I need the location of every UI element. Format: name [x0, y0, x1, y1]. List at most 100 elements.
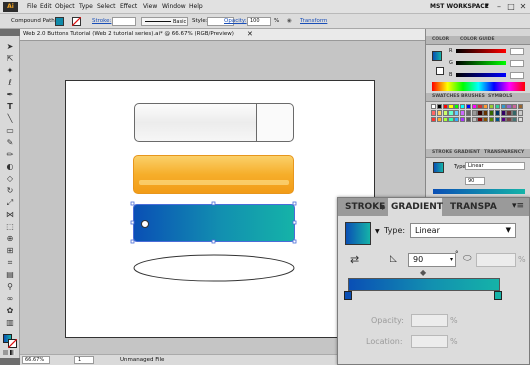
- swatch-chip[interactable]: [512, 110, 518, 116]
- tab-gradient[interactable]: GRADIENT: [388, 198, 443, 216]
- tab-gradient-mini[interactable]: GRADIENT: [454, 150, 480, 155]
- angle-stepper-icon[interactable]: ▾: [450, 254, 453, 266]
- swatch-chip[interactable]: [506, 116, 512, 122]
- swatch-chip[interactable]: [477, 116, 483, 122]
- panel-collapse-icon[interactable]: ◆: [380, 203, 385, 211]
- selection-tool-icon[interactable]: ➤: [3, 42, 17, 52]
- pencil-icon[interactable]: ✏: [3, 150, 17, 160]
- gradient-thumbnail[interactable]: [345, 222, 371, 245]
- button-shape-white[interactable]: [134, 103, 294, 142]
- swatch-chip[interactable]: [483, 116, 489, 122]
- swatch-chip[interactable]: [494, 116, 500, 122]
- swatch-chip[interactable]: [489, 104, 495, 110]
- slider-r-field[interactable]: [510, 48, 524, 55]
- swatch-chip[interactable]: [512, 104, 518, 110]
- gradient-mode-icon[interactable]: [10, 350, 15, 355]
- swatch-chip[interactable]: [436, 110, 442, 116]
- tab-transparency-mini[interactable]: TRANSPARENCY: [484, 150, 524, 155]
- swatch-chip[interactable]: [465, 116, 471, 122]
- magic-wand-icon[interactable]: ✦: [3, 66, 17, 76]
- color-mode-icon[interactable]: [3, 350, 8, 355]
- menu-select[interactable]: Select: [97, 3, 116, 10]
- fill-swatch[interactable]: [55, 17, 64, 26]
- chevron-down-icon[interactable]: ▼: [485, 3, 489, 9]
- stroke-link[interactable]: Stroke:: [92, 18, 111, 24]
- tab-symbols[interactable]: SYMBOLS: [488, 94, 512, 99]
- close-button[interactable]: ✕: [517, 1, 529, 12]
- swatch-chip[interactable]: [442, 104, 448, 110]
- gradient-stop-left[interactable]: [344, 291, 352, 300]
- swatch-chip[interactable]: [483, 104, 489, 110]
- maximize-button[interactable]: □: [505, 1, 517, 12]
- swatch-chip[interactable]: [460, 110, 466, 116]
- swatch-chip[interactable]: [500, 104, 506, 110]
- gradient-slider[interactable]: [348, 278, 500, 291]
- swatch-chip[interactable]: [518, 110, 524, 116]
- workspace-switcher[interactable]: MST WORKSPACE: [430, 3, 489, 10]
- mini-angle-field[interactable]: 90: [465, 177, 485, 185]
- type-select[interactable]: Linear ▼: [410, 223, 516, 238]
- eyedropper-icon[interactable]: ⚲: [3, 282, 17, 292]
- swatch-chip[interactable]: [454, 110, 460, 116]
- gradient-stop-right[interactable]: [494, 291, 502, 300]
- slider-g-field[interactable]: [510, 60, 524, 67]
- swatch-chip[interactable]: [431, 110, 437, 116]
- tab-transparency[interactable]: TRANSPA: [450, 198, 497, 216]
- swatch-chip[interactable]: [448, 116, 454, 122]
- mini-gradient-slider[interactable]: [433, 189, 525, 194]
- menu-type[interactable]: Type: [79, 3, 93, 10]
- swatch-chip[interactable]: [471, 110, 477, 116]
- button-cap-segment[interactable]: [256, 103, 294, 142]
- tab-stroke-mini[interactable]: STROKE: [432, 150, 452, 155]
- swatch-chip[interactable]: [465, 110, 471, 116]
- swatch-chip[interactable]: [506, 104, 512, 110]
- menu-window[interactable]: Window: [162, 3, 186, 10]
- swatch-chip[interactable]: [436, 104, 442, 110]
- swatch-chip[interactable]: [512, 116, 518, 122]
- swatch-chip[interactable]: [448, 110, 454, 116]
- swatch-chip[interactable]: [471, 116, 477, 122]
- swatch-chip[interactable]: [431, 116, 437, 122]
- mini-type-select[interactable]: Linear: [465, 162, 525, 170]
- stroke-color-box[interactable]: [8, 339, 17, 348]
- tab-color-guide[interactable]: COLOR GUIDE: [460, 37, 495, 42]
- opacity-field[interactable]: 100: [247, 17, 271, 26]
- recolor-artwork-icon[interactable]: ◉: [287, 18, 292, 24]
- slider-b-track[interactable]: [456, 73, 506, 77]
- swatch-chip[interactable]: [500, 116, 506, 122]
- symbol-sprayer-icon[interactable]: ✿: [3, 306, 17, 316]
- shape-builder-icon[interactable]: ⊕: [3, 234, 17, 244]
- lasso-icon[interactable]: ℓ: [3, 78, 17, 88]
- stroke-swatch[interactable]: [72, 17, 81, 26]
- zoom-field[interactable]: 66.67%: [22, 356, 50, 364]
- ellipse-shadow-shape[interactable]: [133, 253, 295, 283]
- paintbrush-icon[interactable]: ✎: [3, 138, 17, 148]
- color-panel-stroke[interactable]: [436, 67, 444, 75]
- button-shape-orange[interactable]: [133, 155, 294, 194]
- type-tool-icon[interactable]: T: [3, 102, 17, 112]
- transform-link[interactable]: Transform: [300, 18, 327, 24]
- chevron-down-icon[interactable]: ▼: [506, 224, 511, 237]
- menu-edit[interactable]: Edit: [40, 3, 52, 10]
- swatch-chip[interactable]: [506, 110, 512, 116]
- swatch-chip[interactable]: [460, 104, 466, 110]
- swatch-chip[interactable]: [477, 104, 483, 110]
- perspective-grid-icon[interactable]: ⊞: [3, 246, 17, 256]
- menu-effect[interactable]: Effect: [120, 3, 137, 10]
- width-tool-icon[interactable]: ⋈: [3, 210, 17, 220]
- gradient-tool-icon[interactable]: ▤: [3, 270, 17, 280]
- color-spectrum[interactable]: [432, 82, 525, 91]
- close-icon[interactable]: ✕: [247, 30, 253, 38]
- mesh-tool-icon[interactable]: ⌗: [3, 258, 17, 268]
- swatch-chip[interactable]: [442, 110, 448, 116]
- swatch-chip[interactable]: [442, 116, 448, 122]
- slider-g-track[interactable]: [456, 61, 506, 65]
- swatch-chip[interactable]: [494, 110, 500, 116]
- minimize-button[interactable]: –: [493, 1, 505, 12]
- menu-object[interactable]: Object: [55, 3, 75, 10]
- line-tool-icon[interactable]: ╲: [3, 114, 17, 124]
- variable-width-profile[interactable]: Basic: [141, 17, 188, 26]
- tab-swatches[interactable]: SWATCHES: [432, 94, 460, 99]
- rectangle-tool-icon[interactable]: ▭: [3, 126, 17, 136]
- menu-help[interactable]: Help: [189, 3, 203, 10]
